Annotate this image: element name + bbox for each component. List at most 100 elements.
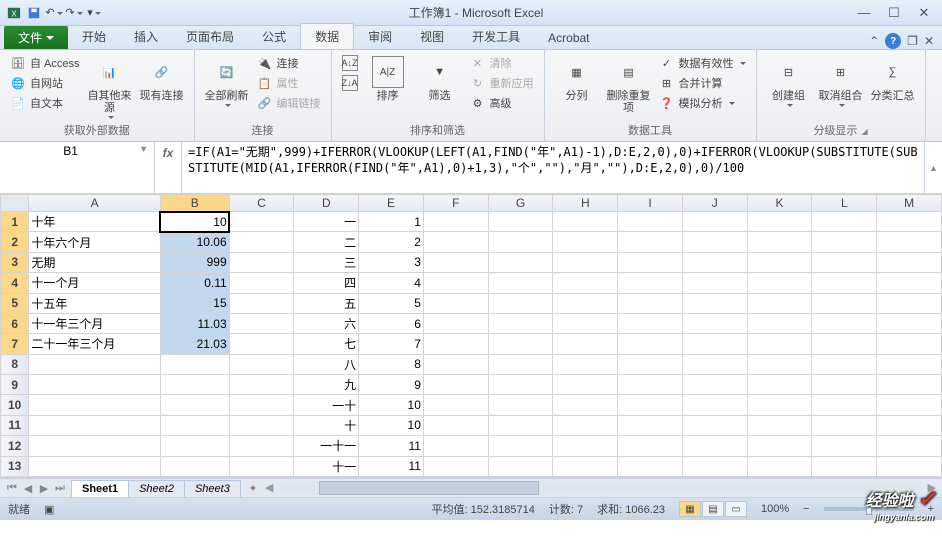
col-header[interactable]: C <box>229 195 294 212</box>
cell[interactable] <box>229 395 294 415</box>
advanced-filter-button[interactable]: ⚙高级 <box>468 94 536 112</box>
cell[interactable] <box>229 293 294 313</box>
cell[interactable] <box>553 415 618 435</box>
cell[interactable] <box>812 375 877 395</box>
horizontal-scrollbar[interactable]: ◀ ▶ <box>265 481 942 495</box>
cell[interactable]: 10.06 <box>160 232 229 252</box>
cell[interactable]: 二 <box>294 232 359 252</box>
cell[interactable] <box>682 395 747 415</box>
whatif-button[interactable]: ❓模拟分析 <box>657 94 748 112</box>
cell[interactable] <box>423 334 488 354</box>
cell[interactable] <box>877 252 942 272</box>
cell[interactable] <box>812 354 877 374</box>
cell[interactable] <box>747 395 812 415</box>
cell[interactable] <box>682 436 747 456</box>
cell[interactable] <box>553 395 618 415</box>
row-header[interactable]: 12 <box>1 436 29 456</box>
cell[interactable] <box>618 415 683 435</box>
row-header[interactable]: 1 <box>1 212 29 232</box>
cell[interactable] <box>682 375 747 395</box>
cell[interactable] <box>682 313 747 333</box>
cell[interactable] <box>160 395 229 415</box>
reapply-button[interactable]: ↻重新应用 <box>468 74 536 92</box>
col-header[interactable]: A <box>29 195 161 212</box>
cell[interactable] <box>553 293 618 313</box>
cell[interactable] <box>229 334 294 354</box>
name-box-input[interactable] <box>4 144 137 158</box>
view-page-layout-button[interactable]: ▤ <box>702 501 724 517</box>
cell[interactable] <box>812 334 877 354</box>
sheet-tab[interactable]: Sheet3 <box>184 480 241 497</box>
cell[interactable] <box>229 212 294 232</box>
cell[interactable]: 八 <box>294 354 359 374</box>
cell[interactable] <box>160 415 229 435</box>
cell[interactable] <box>618 293 683 313</box>
cell[interactable] <box>488 375 553 395</box>
cell[interactable] <box>747 456 812 477</box>
cell[interactable] <box>812 313 877 333</box>
cell[interactable] <box>618 313 683 333</box>
cell[interactable] <box>488 395 553 415</box>
cell[interactable]: 4 <box>359 273 424 293</box>
sort-desc-button[interactable]: Z↓A <box>340 74 360 92</box>
sort-button[interactable]: A|Z排序 <box>364 54 412 104</box>
col-header[interactable]: I <box>618 195 683 212</box>
cell[interactable] <box>877 456 942 477</box>
existing-connections-button[interactable]: 🔗现有连接 <box>138 54 186 104</box>
cell[interactable]: 9 <box>359 375 424 395</box>
col-header[interactable]: J <box>682 195 747 212</box>
cell[interactable] <box>160 354 229 374</box>
properties-button[interactable]: 📋属性 <box>255 74 323 92</box>
connections-button[interactable]: 🔌连接 <box>255 54 323 72</box>
row-header[interactable]: 8 <box>1 354 29 374</box>
file-tab[interactable]: 文件 <box>4 26 68 49</box>
row-header[interactable]: 6 <box>1 313 29 333</box>
cell[interactable] <box>229 232 294 252</box>
cell[interactable] <box>618 252 683 272</box>
cell[interactable] <box>812 273 877 293</box>
cell[interactable] <box>229 415 294 435</box>
name-box[interactable]: ▼ <box>0 142 155 193</box>
zoom-level[interactable]: 100% <box>761 503 789 515</box>
window-restore-icon[interactable]: ❐ <box>907 34 918 48</box>
cell[interactable] <box>877 395 942 415</box>
row-header[interactable]: 11 <box>1 415 29 435</box>
from-other-button[interactable]: 📊自其他来源 <box>86 54 134 122</box>
consolidate-button[interactable]: ⊞合并计算 <box>657 74 748 92</box>
cell[interactable] <box>553 313 618 333</box>
cell[interactable] <box>423 354 488 374</box>
cell[interactable] <box>229 273 294 293</box>
cell[interactable] <box>488 415 553 435</box>
cell[interactable]: 二十一年三个月 <box>29 334 161 354</box>
cell[interactable] <box>553 436 618 456</box>
cell[interactable] <box>747 293 812 313</box>
cell[interactable] <box>488 273 553 293</box>
sheet-nav-last-icon[interactable]: ⏭ <box>52 482 68 495</box>
zoom-out-button[interactable]: − <box>803 503 809 515</box>
cell[interactable] <box>618 334 683 354</box>
cell[interactable] <box>747 375 812 395</box>
cell[interactable] <box>618 212 683 232</box>
formula-expand-icon[interactable]: ▲ <box>924 142 942 193</box>
select-all-corner[interactable] <box>1 195 29 212</box>
cell[interactable] <box>812 456 877 477</box>
filter-button[interactable]: ▼筛选 <box>416 54 464 104</box>
cell[interactable] <box>877 334 942 354</box>
cell[interactable] <box>29 436 161 456</box>
cell[interactable]: 一 <box>294 212 359 232</box>
undo-button[interactable]: ↶ <box>44 3 64 23</box>
row-header[interactable]: 3 <box>1 252 29 272</box>
qat-more-button[interactable]: ▾ <box>84 3 104 23</box>
cell[interactable]: 四 <box>294 273 359 293</box>
cell[interactable]: 十年六个月 <box>29 232 161 252</box>
cell[interactable] <box>229 354 294 374</box>
subtotal-button[interactable]: ∑分类汇总 <box>869 54 917 104</box>
cell[interactable] <box>877 273 942 293</box>
tab-view[interactable]: 视图 <box>406 24 458 49</box>
sheet-nav-next-icon[interactable]: ▶ <box>36 482 52 495</box>
cell[interactable] <box>618 354 683 374</box>
cell[interactable]: 8 <box>359 354 424 374</box>
cell[interactable]: 十一个月 <box>29 273 161 293</box>
cell[interactable] <box>747 313 812 333</box>
minimize-button[interactable]: — <box>850 3 878 23</box>
